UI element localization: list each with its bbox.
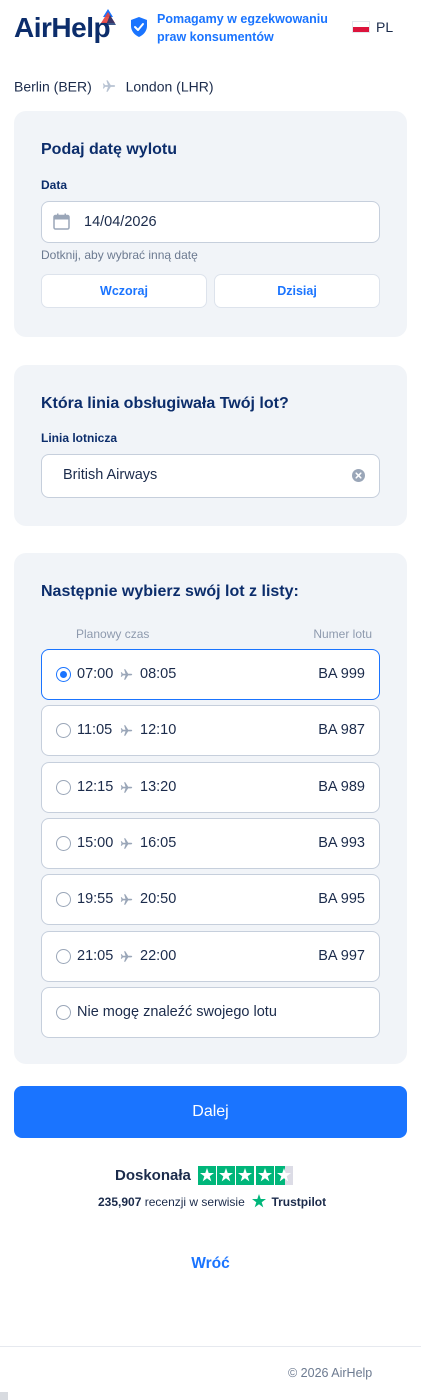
flights-card: Następnie wybierz swój lot z listy: Plan… [14,553,407,1064]
flight-option[interactable]: 19:55 20:50 BA 995 [41,874,380,926]
date-card-title: Podaj datę wylotu [41,141,178,158]
flights-card-title: Następnie wybierz swój lot z listy: [41,583,299,600]
star-icon [255,1166,274,1185]
arrival-time: 13:20 [140,778,177,795]
yesterday-button[interactable]: Wczoraj [41,274,207,308]
back-link[interactable]: Wróć [0,1255,421,1273]
calendar-icon [53,213,70,230]
tagline: Pomagamy w egzekwowaniu praw konsumentów [130,9,350,49]
date-input[interactable]: 14/04/2026 [41,201,380,243]
route-origin: Berlin (BER) [14,78,92,95]
review-count: 235,907 [98,1195,142,1209]
arrival-time: 12:10 [140,722,177,739]
logo-mark-icon [101,9,116,25]
footer-divider [0,1346,421,1347]
departure-time: 07:00 [77,666,114,682]
flight-option[interactable]: 21:05 22:00 BA 997 [41,930,380,982]
plane-icon [120,950,133,962]
star-icon [217,1166,236,1185]
flight-number: BA 999 [318,666,365,682]
tagline-text: Pomagamy w egzekwowaniu praw konsumentów [157,12,328,44]
plane-icon [120,781,133,793]
date-hint: Dotknij, aby wybrać inną datę [41,248,198,262]
radio-button[interactable] [56,1005,71,1020]
copyright: © 2026 AirHelp [288,1366,373,1380]
trustpilot-rating-label: Doskonała [115,1167,191,1184]
radio-button[interactable] [56,835,71,851]
departure-time: 19:55 [77,891,114,908]
column-header-time: Planowy czas [76,627,150,641]
radio-button[interactable] [56,779,71,795]
flight-number: BA 993 [318,834,365,851]
departure-time: 12:15 [77,778,114,795]
language-label: PL [376,19,394,35]
trustpilot-brand: Trustpilot [271,1195,327,1209]
flight-option[interactable]: 07:00 08:05 BA 999 [41,649,380,700]
radio-button[interactable] [56,723,71,739]
plane-icon [120,894,133,905]
airline-label: Linia lotnicza [41,431,118,445]
next-button[interactable]: Dalej [14,1086,407,1138]
flight-option[interactable]: 11:05 12:10 BA 987 [41,705,380,757]
airline-card-title: Która linia obsługiwała Twój lot? [41,395,289,412]
arrival-time: 22:00 [140,947,177,964]
airline-value: British Airways [63,467,158,483]
header: AirHelp Pomagamy w egzekwowaniu praw kon… [0,0,421,60]
radio-button[interactable] [56,892,71,908]
shield-check-icon [131,17,147,37]
star-icon [198,1166,216,1185]
plane-icon [102,80,115,92]
star-icon [274,1166,293,1185]
departure-time: 15:00 [77,834,114,851]
poland-flag-icon [352,21,370,33]
airline-card: Która linia obsługiwała Twój lot? Linia … [14,365,407,526]
flight-option[interactable]: 15:00 16:05 BA 993 [41,817,380,869]
trustpilot-star-icon [252,1194,267,1208]
departure-time: 11:05 [77,722,113,739]
radio-button[interactable] [56,667,71,682]
trustpilot-stars[interactable] [198,1166,293,1185]
date-value: 14/04/2026 [84,214,157,230]
arrival-time: 20:50 [140,891,177,908]
trustpilot-reviews[interactable]: 235,907 recenzji w serwisie Trustpilot [98,1194,326,1209]
radio-button[interactable] [56,948,71,964]
departure-time: 21:05 [77,947,114,964]
radio-selected-dot [59,670,67,678]
date-card: Podaj datę wylotu Data 14/04/2026 Dotkni… [14,111,407,337]
reviews-text: recenzji w serwisie [144,1195,245,1209]
flight-number: BA 989 [318,778,365,795]
flight-option[interactable]: 12:15 13:20 BA 989 [41,761,380,813]
airline-input[interactable]: British Airways [41,454,380,498]
clear-icon[interactable] [352,469,365,482]
arrival-time: 08:05 [140,666,177,682]
flight-number: BA 995 [318,891,365,908]
date-label: Data [41,178,68,192]
airhelp-logo[interactable]: AirHelp [14,12,111,44]
corner-marker [0,1392,8,1400]
star-icon [236,1166,255,1185]
route-summary: Berlin (BER) London (LHR) [14,77,214,97]
flight-number: BA 987 [318,722,365,739]
column-header-number: Numer lotu [313,627,372,641]
route-destination: London (LHR) [125,78,214,95]
flight-not-found-option[interactable]: Nie mogę znaleźć swojego lotu [41,987,380,1038]
plane-icon [120,725,133,737]
not-found-label: Nie mogę znaleźć swojego lotu [77,1004,277,1020]
today-button[interactable]: Dzisiaj [214,274,380,308]
flight-number: BA 997 [318,947,365,964]
plane-icon [120,669,133,680]
arrival-time: 16:05 [140,834,177,851]
plane-icon [120,838,133,849]
